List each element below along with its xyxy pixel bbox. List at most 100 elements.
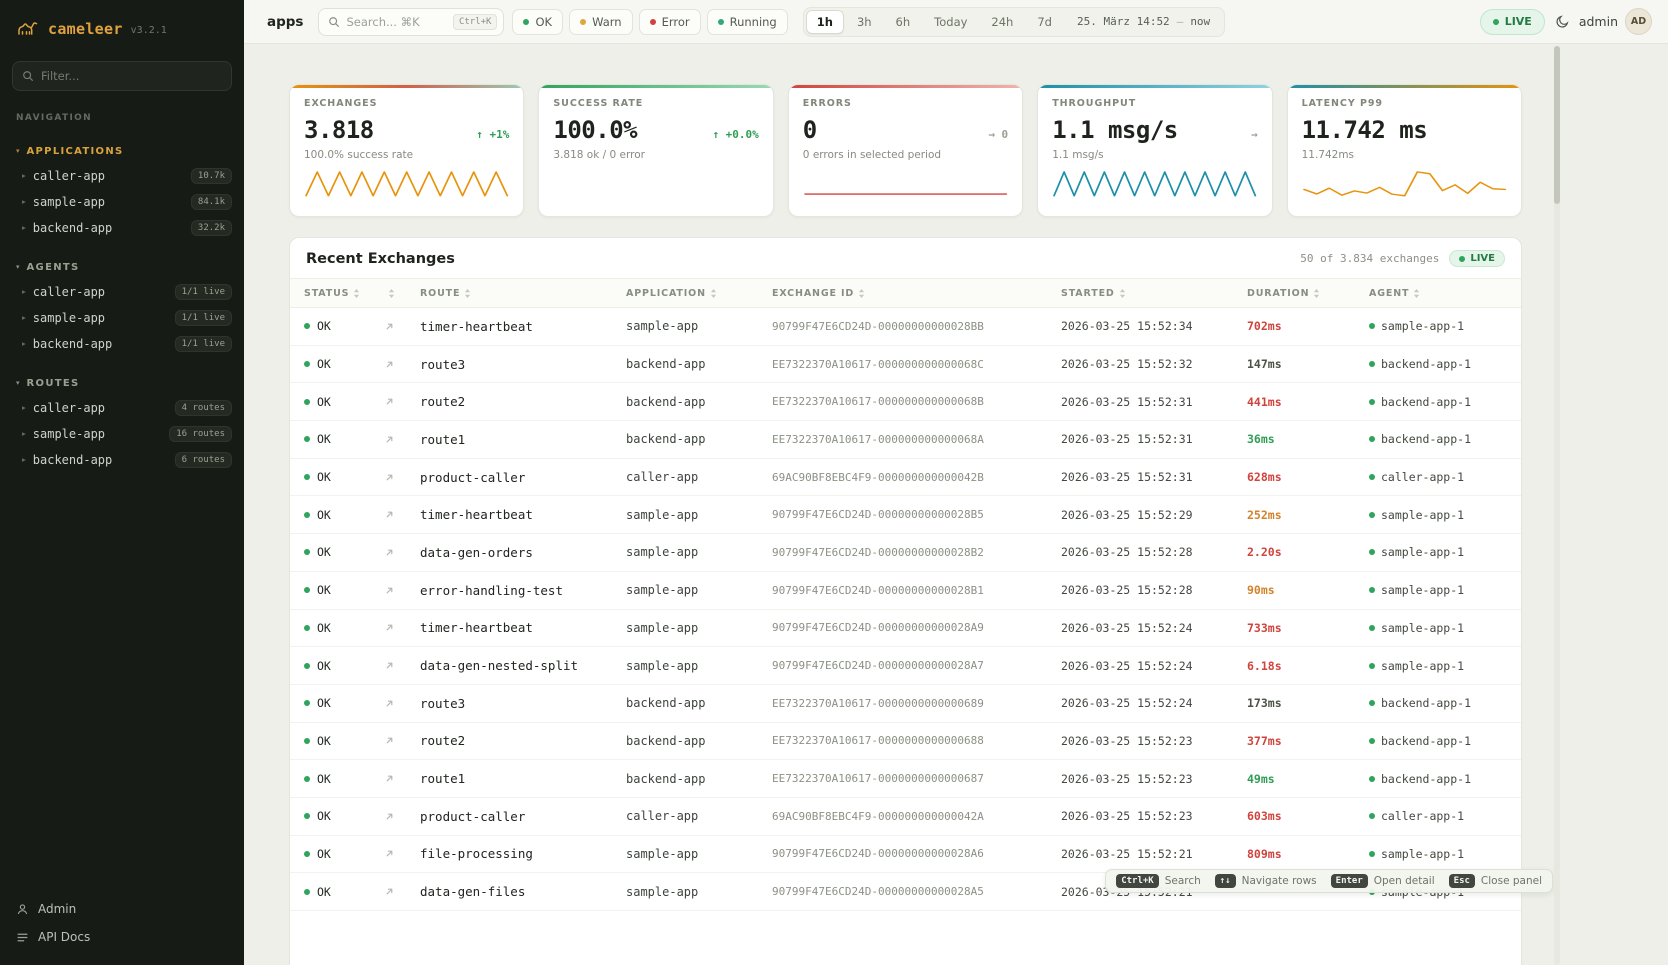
open-exchange-icon[interactable] — [384, 321, 420, 332]
filter-chip-error[interactable]: Error — [639, 9, 701, 35]
live-toggle[interactable]: LIVE — [1480, 9, 1545, 35]
column-header-status[interactable]: STATUS — [290, 288, 384, 299]
sidebar-item-caller-app[interactable]: ▸ caller-app 1/1 live — [0, 279, 244, 305]
table-row[interactable]: OK file-processing sample-app 90799F47E6… — [290, 836, 1521, 874]
sidebar-footer-api-docs[interactable]: API Docs — [0, 923, 244, 951]
open-exchange-icon[interactable] — [384, 698, 420, 709]
table-row[interactable]: OK timer-heartbeat sample-app 90799F47E6… — [290, 308, 1521, 346]
sidebar-section-header[interactable]: ▾ AGENTS — [0, 259, 244, 276]
scrollbar[interactable] — [1554, 46, 1560, 965]
column-header-application[interactable]: APPLICATION — [626, 288, 772, 299]
agent-cell: backend-app-1 — [1369, 734, 1521, 748]
range-button-6h[interactable]: 6h — [885, 10, 922, 34]
filter-chip-warn[interactable]: Warn — [569, 9, 633, 35]
open-exchange-icon[interactable] — [384, 585, 420, 596]
table-row[interactable]: OK error-handling-test sample-app 90799F… — [290, 572, 1521, 610]
duration-cell: 733ms — [1247, 621, 1369, 635]
footer-label: Admin — [38, 902, 76, 916]
column-header-agent[interactable]: AGENT — [1369, 288, 1521, 299]
started-cell: 2026-03-25 15:52:23 — [1061, 809, 1247, 823]
table-row[interactable]: OK product-caller caller-app 69AC90BF8EB… — [290, 798, 1521, 836]
range-button-3h[interactable]: 3h — [846, 10, 883, 34]
agent-cell: backend-app-1 — [1369, 432, 1521, 446]
table-row[interactable]: OK data-gen-nested-split sample-app 9079… — [290, 647, 1521, 685]
column-header-expand[interactable] — [384, 289, 420, 298]
chevron-right-icon: ▸ — [22, 314, 26, 322]
application-cell: sample-app — [626, 319, 772, 333]
column-header-duration[interactable]: DURATION — [1247, 288, 1369, 299]
sidebar-item-backend-app[interactable]: ▸ backend-app 32.2k — [0, 215, 244, 241]
sidebar-filter-input[interactable] — [41, 69, 222, 83]
range-button-1h[interactable]: 1h — [806, 10, 844, 34]
hint-key: Enter — [1331, 874, 1368, 888]
exchange-id-cell: EE7322370A10617-0000000000000689 — [772, 697, 1061, 710]
sidebar-footer-admin[interactable]: Admin — [0, 895, 244, 923]
duration-cell: 2.20s — [1247, 545, 1369, 559]
open-exchange-icon[interactable] — [384, 509, 420, 520]
navigation-label: NAVIGATION — [16, 113, 228, 123]
sidebar-item-backend-app[interactable]: ▸ backend-app 1/1 live — [0, 331, 244, 357]
stat-subtext: 100.0% success rate — [304, 149, 509, 161]
application-cell: sample-app — [626, 659, 772, 673]
column-header-exchange-id[interactable]: EXCHANGE ID — [772, 288, 1061, 299]
sidebar-item-sample-app[interactable]: ▸ sample-app 16 routes — [0, 421, 244, 447]
card-accent-strip — [1038, 85, 1271, 88]
column-header-route[interactable]: ROUTE — [420, 288, 626, 299]
route-cell: timer-heartbeat — [420, 319, 626, 334]
theme-toggle-button[interactable] — [1551, 10, 1574, 33]
table-row[interactable]: OK timer-heartbeat sample-app 90799F47E6… — [290, 496, 1521, 534]
sidebar-section-header[interactable]: ▾ ROUTES — [0, 375, 244, 392]
global-search[interactable]: Ctrl+K — [318, 8, 504, 36]
live-dot — [1493, 19, 1499, 25]
main-area: apps Ctrl+K OK Warn Error Running 1h3h6h… — [244, 0, 1668, 965]
open-exchange-icon[interactable] — [384, 811, 420, 822]
range-button-today[interactable]: Today — [923, 10, 978, 34]
route-cell: route1 — [420, 432, 626, 447]
sidebar-section-header[interactable]: ▾ APPLICATIONS — [0, 143, 244, 160]
table-row[interactable]: OK data-gen-orders sample-app 90799F47E6… — [290, 534, 1521, 572]
application-cell: sample-app — [626, 847, 772, 861]
route-cell: product-caller — [420, 470, 626, 485]
table-row[interactable]: OK route3 backend-app EE7322370A10617-00… — [290, 346, 1521, 384]
sidebar-item-badge: 10.7k — [191, 168, 232, 184]
table-row[interactable]: OK route1 backend-app EE7322370A10617-00… — [290, 760, 1521, 798]
exchange-id-cell: EE7322370A10617-000000000000068A — [772, 433, 1061, 446]
sidebar-item-sample-app[interactable]: ▸ sample-app 84.1k — [0, 189, 244, 215]
avatar[interactable]: AD — [1625, 8, 1652, 35]
open-exchange-icon[interactable] — [384, 359, 420, 370]
open-exchange-icon[interactable] — [384, 547, 420, 558]
sidebar-item-backend-app[interactable]: ▸ backend-app 6 routes — [0, 447, 244, 473]
filter-chip-ok[interactable]: OK — [512, 9, 563, 35]
route-cell: data-gen-orders — [420, 545, 626, 560]
table-row[interactable]: OK product-caller caller-app 69AC90BF8EB… — [290, 459, 1521, 497]
global-search-input[interactable] — [346, 15, 446, 29]
open-exchange-icon[interactable] — [384, 396, 420, 407]
open-exchange-icon[interactable] — [384, 660, 420, 671]
table-row[interactable]: OK route2 backend-app EE7322370A10617-00… — [290, 383, 1521, 421]
table-row[interactable]: OK timer-heartbeat sample-app 90799F47E6… — [290, 610, 1521, 648]
sidebar-item-caller-app[interactable]: ▸ caller-app 10.7k — [0, 163, 244, 189]
agent-live-dot — [1369, 436, 1375, 442]
range-button-7d[interactable]: 7d — [1026, 10, 1063, 34]
open-exchange-icon[interactable] — [384, 735, 420, 746]
sidebar-item-sample-app[interactable]: ▸ sample-app 1/1 live — [0, 305, 244, 331]
column-header-started[interactable]: STARTED — [1061, 288, 1247, 299]
started-cell: 2026-03-25 15:52:31 — [1061, 395, 1247, 409]
duration-cell: 252ms — [1247, 508, 1369, 522]
open-exchange-icon[interactable] — [384, 472, 420, 483]
open-exchange-icon[interactable] — [384, 773, 420, 784]
sidebar-item-caller-app[interactable]: ▸ caller-app 4 routes — [0, 395, 244, 421]
open-exchange-icon[interactable] — [384, 434, 420, 445]
table-row[interactable]: OK route1 backend-app EE7322370A10617-00… — [290, 421, 1521, 459]
open-exchange-icon[interactable] — [384, 848, 420, 859]
table-row[interactable]: OK route2 backend-app EE7322370A10617-00… — [290, 723, 1521, 761]
sidebar-section-routes: ▾ ROUTES ▸ caller-app 4 routes ▸ sample-… — [0, 375, 244, 473]
table-row[interactable]: OK route3 backend-app EE7322370A10617-00… — [290, 685, 1521, 723]
sidebar-item-label: backend-app — [33, 221, 112, 235]
range-button-24h[interactable]: 24h — [980, 10, 1024, 34]
scrollbar-thumb[interactable] — [1554, 46, 1560, 204]
open-exchange-icon[interactable] — [384, 886, 420, 897]
status-ok-dot — [304, 813, 310, 819]
filter-chip-running[interactable]: Running — [707, 9, 788, 35]
open-exchange-icon[interactable] — [384, 622, 420, 633]
